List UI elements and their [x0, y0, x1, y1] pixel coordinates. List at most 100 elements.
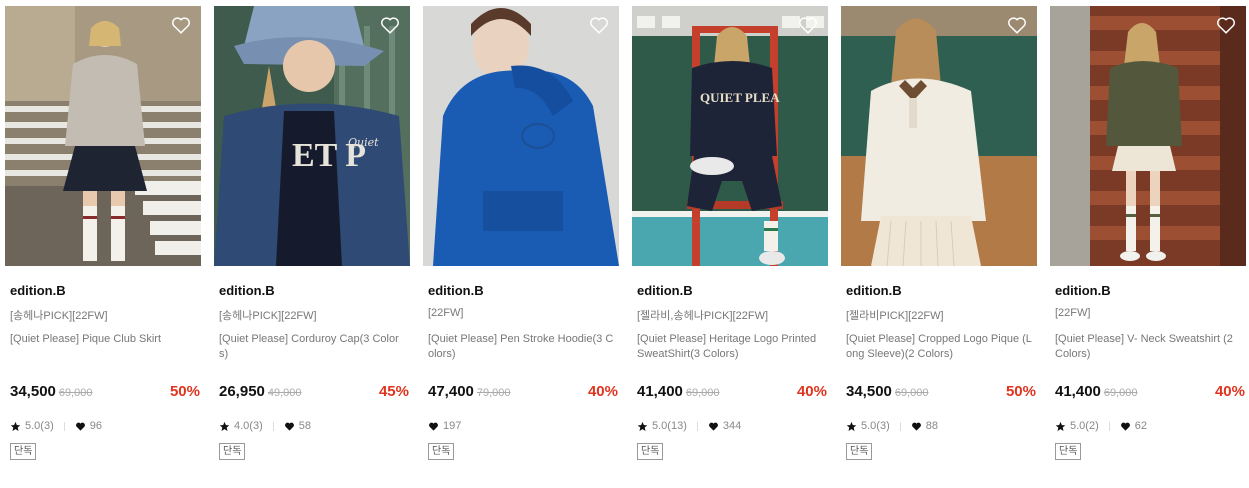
brand-name[interactable]: edition.B — [10, 283, 66, 298]
original-price: 69,000 — [1103, 387, 1138, 399]
original-price: 79,000 — [476, 387, 511, 399]
product-image[interactable]: QUIET PLEA — [632, 6, 828, 266]
meta-divider — [272, 421, 274, 431]
likes-count: 197 — [443, 420, 462, 432]
product-card[interactable]: edition.B [22FW] [Quiet Please] Pen Stro… — [423, 6, 619, 460]
product-tag: [송헤나PICK][22FW] — [219, 310, 317, 322]
wishlist-heart-icon[interactable] — [797, 14, 819, 36]
brand-name[interactable]: edition.B — [428, 283, 484, 298]
discount-rate: 45% — [378, 383, 409, 400]
product-name[interactable]: [Quiet Please] V- Neck Sweatshirt (2 Col… — [1055, 332, 1243, 362]
product-card[interactable]: ET P Quiet edition.B [송헤나PICK][22FW] [Qu… — [214, 6, 410, 460]
heart-filled-icon — [708, 422, 718, 431]
product-card[interactable]: edition.B [송헤나PICK][22FW] [Quiet Please]… — [5, 6, 201, 460]
original-price: 69,000 — [58, 387, 93, 399]
rating-text: 5.0(3) — [861, 420, 890, 432]
likes-count: 88 — [925, 420, 938, 432]
discount-rate: 50% — [169, 383, 200, 400]
exclusive-badge: 단독 — [846, 443, 873, 460]
svg-text:Quiet: Quiet — [348, 136, 379, 149]
product-image[interactable] — [423, 6, 619, 266]
star-icon — [1055, 421, 1066, 431]
product-name[interactable]: [Quiet Please] Corduroy Cap(3 Colors) — [219, 332, 407, 362]
product-tag: [22FW] — [428, 307, 464, 319]
rating-text: 4.0(3) — [234, 420, 263, 432]
product-tag: [송헤나PICK][22FW] — [10, 310, 108, 322]
rating-text: 5.0(3) — [25, 420, 54, 432]
wishlist-heart-icon[interactable] — [1215, 14, 1237, 36]
original-price: 49,000 — [267, 387, 302, 399]
sale-price: 47,400 — [428, 383, 474, 400]
wishlist-heart-icon[interactable] — [170, 14, 192, 36]
rating-text: 5.0(2) — [1070, 420, 1099, 432]
heart-filled-icon — [1120, 422, 1130, 431]
original-price: 69,000 — [894, 387, 929, 399]
sale-price: 26,950 — [219, 383, 265, 400]
product-tag: [22FW] — [1055, 307, 1091, 319]
heart-filled-icon — [284, 422, 294, 431]
meta-row: 5.0(13) 344 — [637, 419, 741, 433]
discount-rate: 50% — [1005, 383, 1036, 400]
exclusive-badge: 단독 — [637, 443, 664, 460]
product-card[interactable]: QUIET PLEA edition.B [젤라비,송헤나PICK][22FW]… — [632, 6, 828, 460]
sale-price: 41,400 — [637, 383, 683, 400]
product-card[interactable]: edition.B [22FW] [Quiet Please] V- Neck … — [1050, 6, 1246, 460]
price-row: 26,950 49,000 — [219, 383, 302, 401]
likes-count: 344 — [722, 420, 742, 432]
wishlist-heart-icon[interactable] — [1006, 14, 1028, 36]
likes-count: 58 — [298, 420, 311, 432]
heart-filled-icon — [911, 422, 921, 431]
discount-rate: 40% — [587, 383, 618, 400]
wishlist-heart-icon[interactable] — [379, 14, 401, 36]
product-image[interactable]: ET P Quiet — [214, 6, 410, 266]
product-photo — [841, 6, 1037, 266]
star-icon — [846, 421, 857, 431]
product-name[interactable]: [Quiet Please] Cropped Logo Pique (Long … — [846, 332, 1034, 362]
product-name[interactable]: [Quiet Please] Heritage Logo Printed Swe… — [637, 332, 825, 362]
product-name[interactable]: [Quiet Please] Pen Stroke Hoodie(3 Color… — [428, 332, 616, 362]
product-tag: [젤라비,송헤나PICK][22FW] — [637, 310, 769, 322]
price-row: 41,400 69,000 — [1055, 383, 1138, 401]
svg-text:QUIET PLEA: QUIET PLEA — [700, 90, 780, 105]
product-photo: ET P Quiet — [214, 6, 410, 266]
likes-count: 62 — [1134, 420, 1147, 432]
star-icon — [637, 421, 648, 431]
meta-divider — [63, 421, 65, 431]
product-card[interactable]: edition.B [젤라비PICK][22FW] [Quiet Please]… — [841, 6, 1037, 460]
meta-row: 5.0(3) 88 — [846, 419, 938, 433]
discount-rate: 40% — [796, 383, 827, 400]
meta-row: 4.0(3) 58 — [219, 419, 311, 433]
product-photo — [1050, 6, 1246, 266]
wishlist-heart-icon[interactable] — [588, 14, 610, 36]
exclusive-badge: 단독 — [10, 443, 37, 460]
meta-row: 5.0(3) 96 — [10, 419, 102, 433]
sale-price: 34,500 — [10, 383, 56, 400]
product-image[interactable] — [5, 6, 201, 266]
meta-row: 5.0(2) 62 — [1055, 419, 1147, 433]
product-image[interactable] — [1050, 6, 1246, 266]
product-grid: edition.B [송헤나PICK][22FW] [Quiet Please]… — [0, 0, 1249, 488]
product-photo — [5, 6, 201, 266]
meta-row: 197 — [428, 419, 461, 433]
price-row: 34,500 69,000 — [10, 383, 93, 401]
exclusive-badge: 단독 — [428, 443, 455, 460]
brand-name[interactable]: edition.B — [1055, 283, 1111, 298]
product-photo — [423, 6, 619, 266]
product-tag: [젤라비PICK][22FW] — [846, 310, 944, 322]
sale-price: 34,500 — [846, 383, 892, 400]
star-icon — [10, 421, 21, 431]
product-name[interactable]: [Quiet Please] Pique Club Skirt — [10, 332, 198, 347]
brand-name[interactable]: edition.B — [219, 283, 275, 298]
product-image[interactable] — [841, 6, 1037, 266]
product-photo: QUIET PLEA — [632, 6, 828, 266]
price-row: 34,500 69,000 — [846, 383, 929, 401]
price-row: 41,400 69,000 — [637, 383, 720, 401]
likes-count: 96 — [89, 420, 102, 432]
price-row: 47,400 79,000 — [428, 383, 511, 401]
meta-divider — [899, 421, 901, 431]
original-price: 69,000 — [685, 387, 720, 399]
brand-name[interactable]: edition.B — [637, 283, 693, 298]
brand-name[interactable]: edition.B — [846, 283, 902, 298]
exclusive-badge: 단독 — [1055, 443, 1082, 460]
sale-price: 41,400 — [1055, 383, 1101, 400]
